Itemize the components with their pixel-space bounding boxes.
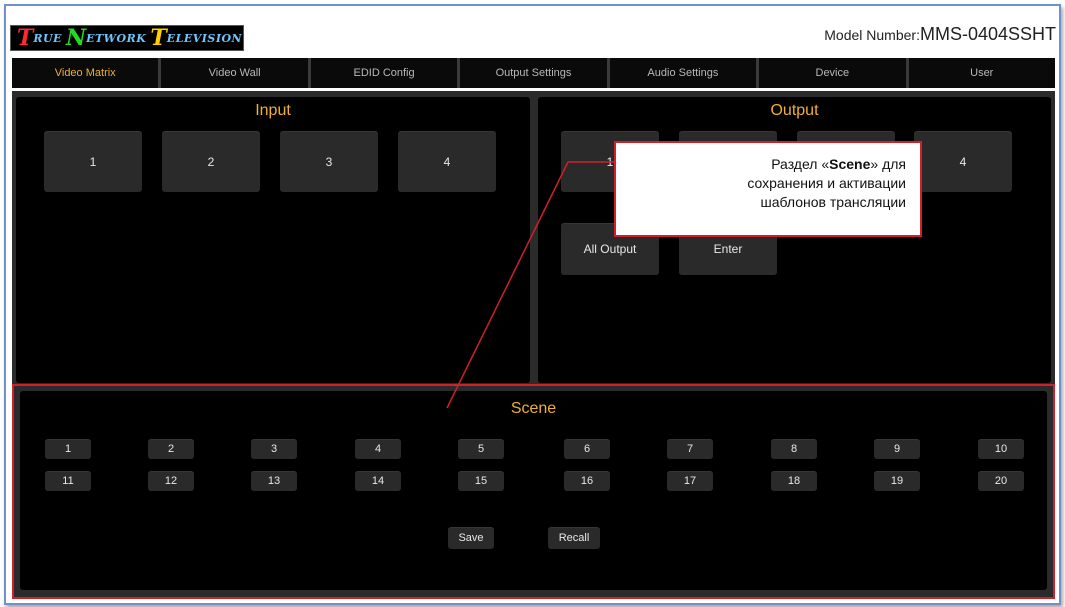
- tab-device[interactable]: Device: [759, 58, 909, 88]
- scene-button-3[interactable]: 3: [251, 439, 297, 459]
- scene-button-5[interactable]: 5: [458, 439, 504, 459]
- scene-button-18[interactable]: 18: [771, 471, 817, 491]
- scene-button-14[interactable]: 14: [355, 471, 401, 491]
- model-number-label: Model Number:: [824, 27, 920, 43]
- tab-video-wall[interactable]: Video Wall: [161, 58, 311, 88]
- annotation-callout: Раздел «Scene» для сохранения и активаци…: [614, 141, 922, 237]
- recall-button[interactable]: Recall: [548, 527, 600, 549]
- input-button-3[interactable]: 3: [280, 131, 378, 192]
- input-button-1[interactable]: 1: [44, 131, 142, 192]
- output-panel: Output 1 2 3 4 All Output Enter: [538, 97, 1051, 383]
- scene-button-17[interactable]: 17: [667, 471, 713, 491]
- output-title: Output: [770, 102, 819, 119]
- scene-title: Scene: [510, 400, 557, 417]
- scene-panel: Scene 1 2 3 4 5 6 7 8 9 10 11 12 13 14 15 16 17 18 19 20 Sa…: [20, 391, 1047, 590]
- main-nav: Video Matrix Video Wall EDID Config Outp…: [12, 58, 1055, 88]
- scene-button-9[interactable]: 9: [874, 439, 920, 459]
- scene-button-1[interactable]: 1: [45, 439, 91, 459]
- logo-initial-1: T: [17, 25, 34, 51]
- callout-line-1: Раздел «Scene» для: [616, 155, 906, 174]
- input-button-4[interactable]: 4: [398, 131, 496, 192]
- callout-text-after: » для: [870, 156, 906, 172]
- scene-button-7[interactable]: 7: [667, 439, 713, 459]
- scene-button-2[interactable]: 2: [148, 439, 194, 459]
- scene-button-10[interactable]: 10: [978, 439, 1024, 459]
- scene-button-8[interactable]: 8: [771, 439, 817, 459]
- callout-line-3: шаблонов трансляции: [760, 194, 907, 210]
- input-panel: Input 1 2 3 4: [16, 97, 530, 383]
- scene-button-6[interactable]: 6: [564, 439, 610, 459]
- model-number: Model Number:MMS-0404SSHT: [824, 24, 1056, 45]
- output-button-4[interactable]: 4: [914, 131, 1012, 192]
- callout-text-before: Раздел «: [771, 156, 830, 172]
- logo-word-1: RUE: [33, 31, 62, 45]
- tab-edid-config[interactable]: EDID Config: [310, 58, 461, 88]
- scene-button-16[interactable]: 16: [564, 471, 610, 491]
- scene-button-20[interactable]: 20: [978, 471, 1024, 491]
- save-button[interactable]: Save: [448, 527, 494, 549]
- scene-button-13[interactable]: 13: [251, 471, 297, 491]
- header: T RUE N ETWORK T ELEVISION Model Number:MMS-0…: [6, 6, 1059, 54]
- tab-output-settings[interactable]: Output Settings: [460, 58, 610, 88]
- model-number-value: MMS-0404SSHT: [919, 24, 1056, 44]
- logo-initial-3: T: [150, 25, 167, 51]
- tab-user[interactable]: User: [908, 58, 1055, 88]
- input-title: Input: [255, 102, 291, 119]
- logo-initial-2: N: [66, 25, 87, 51]
- callout-text-bold: Scene: [829, 156, 871, 172]
- scene-button-15[interactable]: 15: [458, 471, 504, 491]
- logo-word-3: ELEVISION: [166, 31, 243, 45]
- logo-word-2: ETWORK: [86, 31, 147, 45]
- tab-video-matrix[interactable]: Video Matrix: [12, 58, 162, 88]
- tab-audio-settings[interactable]: Audio Settings: [609, 58, 760, 88]
- scene-button-12[interactable]: 12: [148, 471, 194, 491]
- callout-line-2: сохранения и активации: [747, 175, 906, 191]
- scene-button-4[interactable]: 4: [355, 439, 401, 459]
- scene-button-19[interactable]: 19: [874, 471, 920, 491]
- brand-logo: T RUE N ETWORK T ELEVISION: [10, 25, 244, 51]
- scene-button-11[interactable]: 11: [45, 471, 91, 491]
- input-button-2[interactable]: 2: [162, 131, 260, 192]
